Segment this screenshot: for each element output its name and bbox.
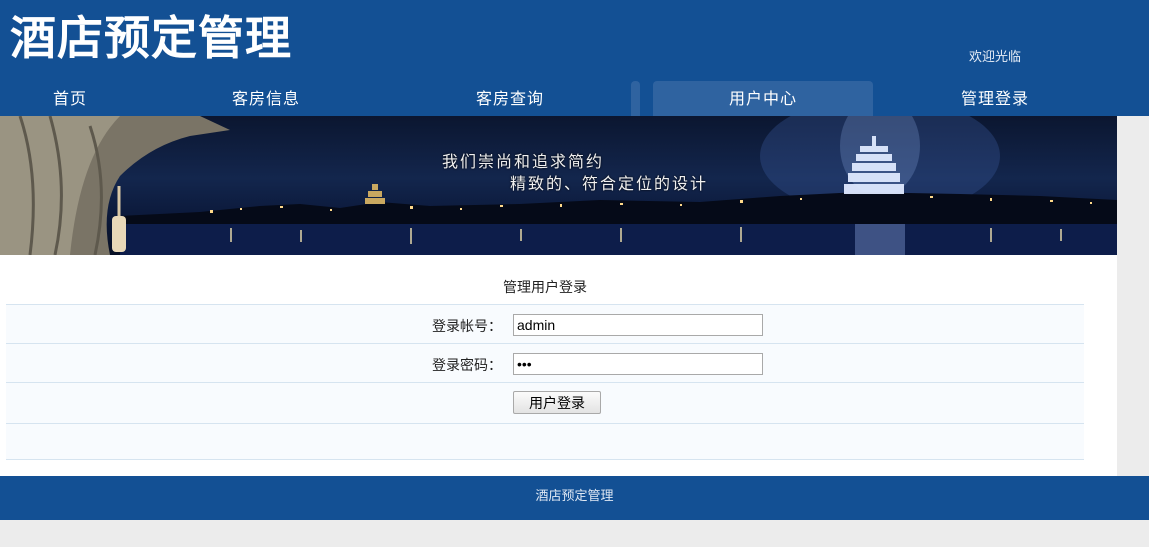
password-row: 登录密码：	[6, 344, 1084, 383]
nav-item-home[interactable]: 首页	[0, 81, 140, 116]
nav-item-user-center[interactable]: 用户中心	[653, 81, 873, 116]
hero-banner: 我们崇尚和追求简约 精致的、符合定位的设计	[0, 116, 1117, 255]
submit-row: 用户登录	[6, 383, 1084, 424]
main-nav: 首页 客房信息 客房查询 用户中心 管理登录	[0, 81, 1149, 116]
site-title: 酒店预定管理	[10, 11, 292, 65]
nav-item-admin-login[interactable]: 管理登录	[912, 81, 1078, 116]
form-header-row: 管理用户登录	[6, 265, 1084, 305]
site-footer: 酒店预定管理	[0, 476, 1149, 520]
banner-slogan-line2: 精致的、符合定位的设计	[510, 174, 709, 193]
login-button[interactable]: 用户登录	[513, 391, 601, 414]
form-title: 管理用户登录	[503, 280, 587, 296]
password-input[interactable]	[513, 353, 763, 375]
login-form: 管理用户登录 登录帐号： 登录密码： 用户登录	[6, 265, 1084, 460]
welcome-text: 欢迎光临	[969, 50, 1022, 65]
site-header: 酒店预定管理 欢迎光临 首页 客房信息 客房查询 用户中心 管理登录	[0, 0, 1149, 116]
nav-item-room-search[interactable]: 客房查询	[427, 81, 593, 116]
banner-slogan-line1: 我们崇尚和追求简约	[442, 152, 605, 171]
nav-divider	[631, 81, 640, 116]
username-label: 登录帐号：	[432, 319, 502, 335]
password-label: 登录密码：	[432, 358, 502, 374]
nav-item-room-info[interactable]: 客房信息	[183, 81, 349, 116]
empty-row	[6, 424, 1084, 460]
main-content: 管理用户登录 登录帐号： 登录密码： 用户登录	[0, 255, 1117, 476]
username-row: 登录帐号：	[6, 305, 1084, 344]
username-input[interactable]	[513, 314, 763, 336]
footer-text: 酒店预定管理	[535, 489, 614, 504]
